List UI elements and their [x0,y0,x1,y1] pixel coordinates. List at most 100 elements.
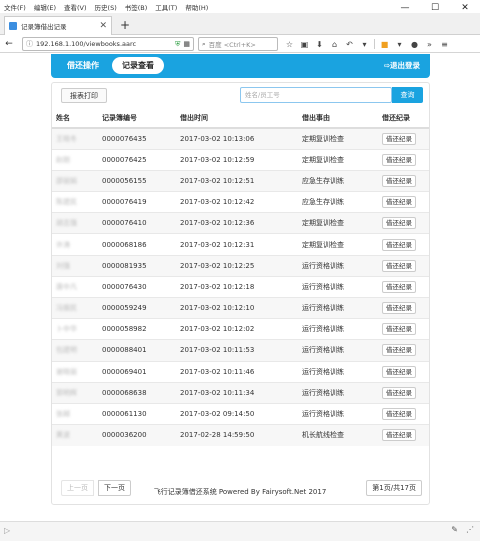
menu-tools[interactable]: 工具(T) [151,2,181,12]
col-header-reason: 借出事由 [298,108,378,129]
footer: 飞行记录簿借还系统 Powered By Fairysoft.Net 2017 [153,488,327,496]
view-records-button[interactable]: 借还纪录 [382,153,416,166]
cell-borrow-time: 2017-03-02 10:12:36 [176,212,298,234]
cell-reason: 机长航线检查 [298,424,378,446]
cell-record-id: 0000056155 [98,169,176,192]
view-records-button[interactable]: 借还纪录 [382,429,416,442]
chevron-right-icon[interactable]: » [422,40,437,49]
logout-link[interactable]: ⇨退出登录 [384,60,420,71]
view-records-button[interactable]: 借还纪录 [382,408,416,421]
shield-icon[interactable]: ⛨ [175,40,180,49]
cell-reason: 运行资格训练 [298,402,378,425]
cell-record-id: 0000061130 [98,402,176,425]
undo-icon[interactable]: ↶ [342,40,357,49]
cell-reason: 应急生存训练 [298,169,378,192]
view-records-button[interactable]: 借还纪录 [382,132,416,145]
cell-borrow-time: 2017-03-02 10:12:25 [176,254,298,277]
cell-record-action: 借还纪录 [378,148,429,171]
cell-borrow-time: 2017-03-02 09:14:50 [176,402,298,425]
cell-record-action: 借还纪录 [378,402,429,425]
cell-record-id: 0000076425 [98,148,176,171]
cell-record-action: 借还纪录 [378,191,429,213]
nav-bar: ← ⓘ 192.168.1.100/viewbooks.aarc ⛨ ▦ ⌕ 百… [0,35,480,53]
hamburger-menu-icon[interactable]: ≡ [437,40,452,49]
search-button[interactable]: 查询 [392,87,423,103]
view-records-button[interactable]: 借还纪录 [382,238,416,251]
view-records-button[interactable]: 借还纪录 [382,365,416,378]
view-records-button[interactable]: 借还纪录 [382,196,416,209]
nav-record-view[interactable]: 记录查看 [112,57,164,74]
menu-help[interactable]: 帮助(H) [181,2,212,12]
home-icon[interactable]: ⌂ [327,40,342,49]
view-records-button[interactable]: 借还纪录 [382,217,416,230]
view-records-button[interactable]: 借还纪录 [382,259,416,272]
view-records-button[interactable]: 借还纪录 [382,323,416,336]
tab-close-icon[interactable]: ✕ [99,21,107,31]
search-bar-placeholder: 百度 <Ctrl+K> [208,41,256,49]
url-text[interactable]: 192.168.1.100/viewbooks.aarc [36,40,173,48]
cell-borrow-time: 2017-02-28 14:59:50 [176,424,298,446]
nav-return-operation[interactable]: 借还操作 [67,60,99,71]
download-icon[interactable]: ⬇ [312,40,327,49]
cell-reason: 运行资格训练 [298,296,378,319]
site-info-icon[interactable]: ⓘ [26,39,33,49]
url-bar[interactable]: ⓘ 192.168.1.100/viewbooks.aarc ⛨ ▦ [22,37,194,51]
wrench-icon[interactable]: ✎ [451,525,458,534]
page-favicon-icon [9,22,17,30]
cell-record-id: 0000059249 [98,296,176,319]
cell-reason: 定期复训检查 [298,233,378,256]
cell-record-id: 0000081935 [98,254,176,277]
cell-reason: 应急生存训练 [298,191,378,213]
cell-record-action: 借还纪录 [378,296,429,319]
search-bar[interactable]: ⌕ 百度 <Ctrl+K> [198,37,278,51]
table-row: 黄波 0000036200 2017-02-28 14:59:50 机长航线检查 借还纪… [52,424,429,446]
cell-reason: 定期复训检查 [298,148,378,171]
print-report-button[interactable]: 报表打印 [61,88,107,103]
cell-reason: 定期复训检查 [298,127,378,150]
col-header-name: 姓名 [52,108,98,129]
cell-record-action: 借还纪录 [378,127,429,150]
extension-icon[interactable]: ■ [377,40,392,49]
cell-record-action: 借还纪录 [378,212,429,234]
tab-active[interactable]: 记录簿借出记录 ✕ [4,16,112,35]
cell-borrow-time: 2017-03-02 10:11:53 [176,339,298,362]
view-records-button[interactable]: 借还纪录 [382,280,416,293]
cell-record-action: 借还纪录 [378,275,429,298]
cell-record-id: 0000076435 [98,127,176,150]
table-row: 邵丽娟 0000056155 2017-03-02 10:12:51 应急生存训练 借还… [52,169,429,192]
cell-record-action: 借还纪录 [378,381,429,404]
view-records-button[interactable]: 借还纪录 [382,174,416,187]
qr-code-icon[interactable]: ▦ [183,40,190,48]
cell-record-id: 0000076419 [98,191,176,213]
cell-borrow-time: 2017-03-02 10:12:18 [176,275,298,298]
view-records-button[interactable]: 借还纪录 [382,386,416,399]
cell-record-id: 0000058982 [98,318,176,340]
table-row: 谢晓丽 0000069401 2017-03-02 10:11:46 运行资格训练 借还… [52,360,429,383]
table-row: 赵刚 0000076425 2017-03-02 10:12:59 定期复训检查 借还纪… [52,148,429,171]
chat-icon[interactable]: ● [407,40,422,49]
name-search-input[interactable]: 姓名/员工号 [240,87,392,103]
cell-borrow-time: 2017-03-02 10:12:02 [176,318,298,340]
star-icon[interactable]: ☆ [282,40,297,49]
cell-record-action: 借还纪录 [378,424,429,446]
view-records-button[interactable]: 借还纪录 [382,302,416,315]
cell-name: 郭明辉 [52,381,98,404]
cell-name: 张越 [52,402,98,425]
cell-record-id: 0000036200 [98,424,176,446]
cell-name: 邵丽娟 [52,169,98,192]
menu-file[interactable]: 文件(F) [0,2,30,12]
view-records-button[interactable]: 借还纪录 [382,344,416,357]
dropdown-icon[interactable]: ▾ [357,40,372,49]
new-tab-button[interactable]: + [120,18,130,32]
cell-record-id: 0000068186 [98,233,176,256]
more-dropdown-icon[interactable]: ▾ [392,40,407,49]
menu-edit[interactable]: 编辑(E) [30,2,60,12]
menu-view[interactable]: 查看(V) [60,2,91,12]
cell-name: 许涛 [52,233,98,256]
menu-bookmarks[interactable]: 书签(B) [121,2,152,12]
cell-reason: 运行资格训练 [298,339,378,362]
clipboard-icon[interactable]: ▣ [297,40,312,49]
back-button[interactable]: ← [3,39,15,49]
cell-borrow-time: 2017-03-02 10:13:06 [176,127,298,150]
menu-history[interactable]: 历史(S) [91,2,121,12]
